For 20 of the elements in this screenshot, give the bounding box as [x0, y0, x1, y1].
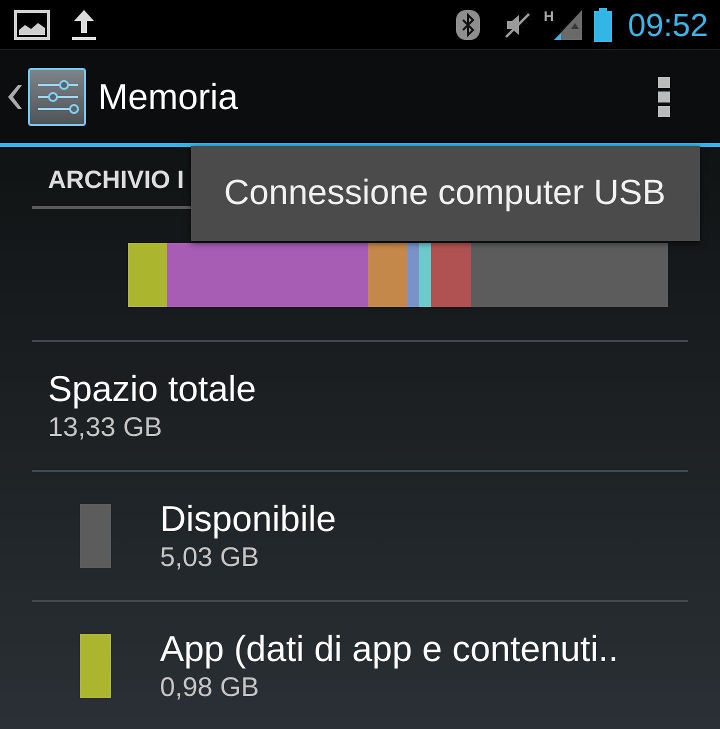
image-icon — [14, 10, 50, 40]
bluetooth-icon — [456, 10, 480, 40]
clock-time: 09:52 — [628, 8, 708, 40]
battery-icon — [594, 8, 612, 42]
section-header: ARCHIVIO I — [48, 168, 184, 193]
back-chevron-icon[interactable] — [8, 84, 22, 108]
muted-speaker-icon — [504, 12, 531, 38]
overflow-menu-icon[interactable] — [658, 76, 670, 116]
upload-icon — [72, 8, 96, 40]
menu-item[interactable]: Connessione computer USB — [224, 173, 666, 214]
screen-title: Memoria — [98, 78, 238, 114]
category-title: App (dati di app e contenuti.. — [160, 626, 618, 670]
sliders-icon[interactable] — [28, 68, 86, 126]
category-size: 5,03 GB — [160, 541, 260, 574]
signal-icon — [554, 10, 582, 40]
total-space-value: 13,33 GB — [48, 411, 162, 444]
total-space-title: Spazio totale — [48, 366, 256, 410]
category-size: 0,98 GB — [160, 671, 260, 704]
network-type-label: H — [544, 9, 554, 23]
category-title: Disponibile — [160, 496, 336, 540]
